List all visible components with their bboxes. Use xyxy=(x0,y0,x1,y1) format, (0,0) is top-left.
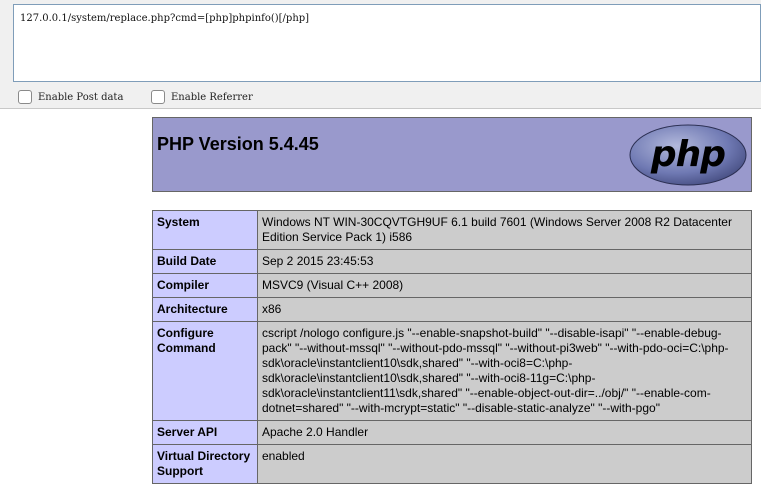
enable-referrer-option[interactable]: Enable Referrer xyxy=(151,88,253,106)
phpinfo-key: Build Date xyxy=(152,249,258,274)
phpinfo-row: System Windows NT WIN-30CQVTGH9UF 6.1 bui… xyxy=(152,210,752,250)
phpinfo-row: Virtual Directory Support enabled xyxy=(152,444,752,484)
phpinfo-row: Server API Apache 2.0 Handler xyxy=(152,420,752,445)
phpinfo-value: Apache 2.0 Handler xyxy=(257,420,752,445)
php-version-header: PHP Version 5.4.45 php xyxy=(152,117,752,192)
php-logo-text: php xyxy=(650,134,725,175)
phpinfo-row: Architecture x86 xyxy=(152,297,752,322)
phpinfo-key: Configure Command xyxy=(152,321,258,421)
enable-post-checkbox[interactable] xyxy=(18,90,32,104)
phpinfo-key: System xyxy=(152,210,258,250)
phpinfo-value: MSVC9 (Visual C++ 2008) xyxy=(257,273,752,298)
phpinfo-table: System Windows NT WIN-30CQVTGH9UF 6.1 bui… xyxy=(152,210,752,484)
phpinfo-key: Server API xyxy=(152,420,258,445)
toolbar-divider xyxy=(0,108,761,109)
phpinfo-key: Architecture xyxy=(152,297,258,322)
phpinfo-value: enabled xyxy=(257,444,752,484)
enable-referrer-label: Enable Referrer xyxy=(171,91,253,103)
phpinfo-key: Compiler xyxy=(152,273,258,298)
phpinfo-value: Windows NT WIN-30CQVTGH9UF 6.1 build 760… xyxy=(257,210,752,250)
enable-post-label: Enable Post data xyxy=(38,91,124,103)
phpinfo-row: Compiler MSVC9 (Visual C++ 2008) xyxy=(152,273,752,298)
phpinfo-value: cscript /nologo configure.js "--enable-s… xyxy=(257,321,752,421)
phpinfo-value: x86 xyxy=(257,297,752,322)
url-input[interactable]: 127.0.0.1/system/replace.php?cmd=[php]ph… xyxy=(13,4,761,82)
enable-post-option[interactable]: Enable Post data xyxy=(18,88,123,106)
enable-referrer-checkbox[interactable] xyxy=(151,90,165,104)
phpinfo-row: Configure Command cscript /nologo configu… xyxy=(152,321,752,421)
php-logo-icon[interactable]: php xyxy=(629,124,747,186)
php-version-title: PHP Version 5.4.45 xyxy=(157,134,319,154)
phpinfo-row: Build Date Sep 2 2015 23:45:53 xyxy=(152,249,752,274)
phpinfo-value: Sep 2 2015 23:45:53 xyxy=(257,249,752,274)
phpinfo-key: Virtual Directory Support xyxy=(152,444,258,484)
hackbar-toolbar: 127.0.0.1/system/replace.php?cmd=[php]ph… xyxy=(0,0,761,108)
